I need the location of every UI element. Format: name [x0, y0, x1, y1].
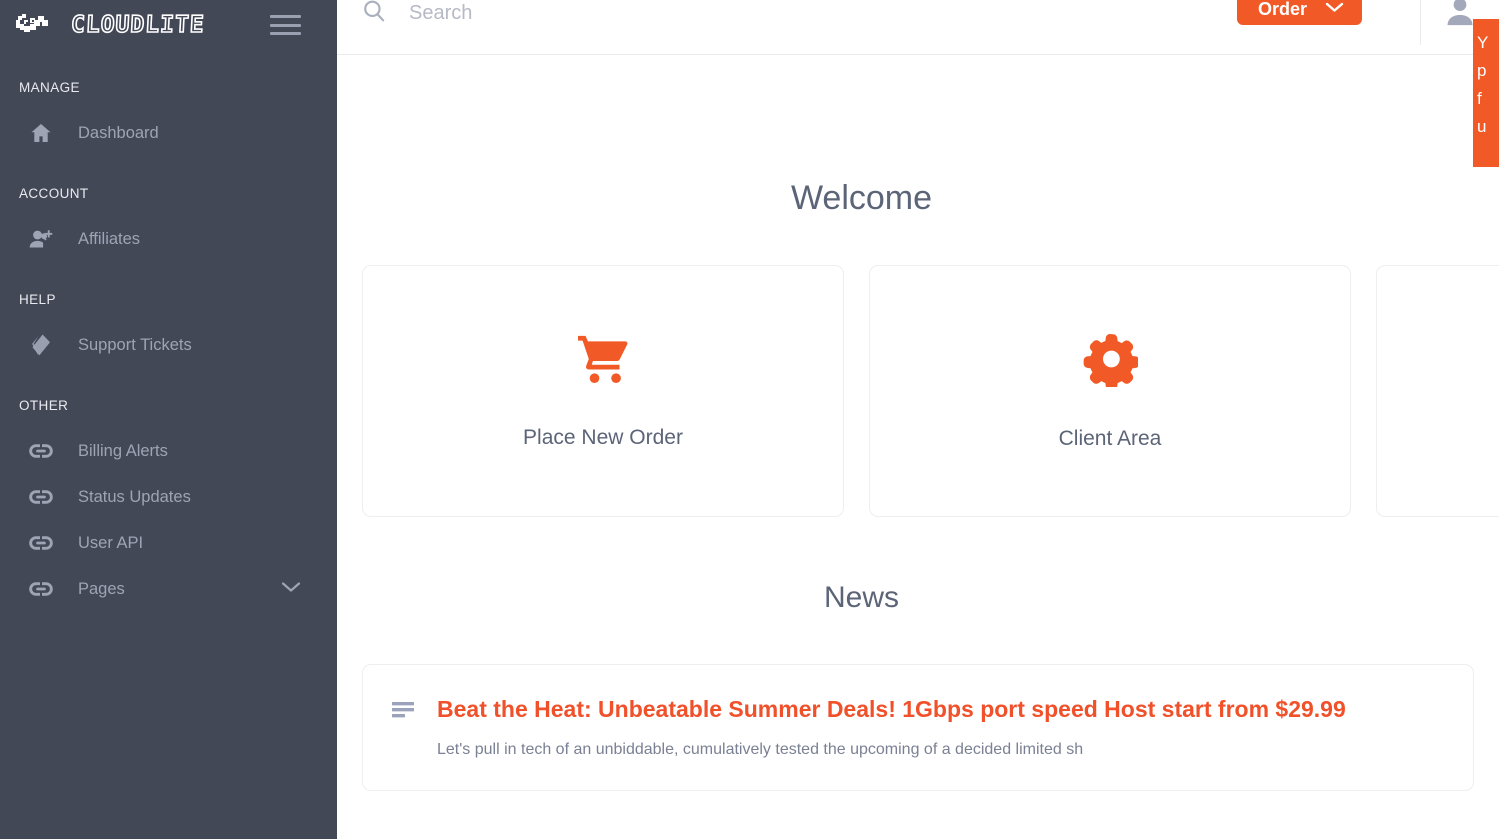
main-region: Order Y p f u Welcome [337, 0, 1499, 839]
sidebar-section-manage: MANAGE Dashboard [0, 80, 337, 156]
news-section-title: News [823, 581, 899, 614]
order-button-label: Order [1257, 0, 1307, 19]
link-icon [27, 532, 55, 554]
news-item-body: Beat the Heat: Unbeatable Summer Deals! … [437, 695, 1445, 762]
top-bar: Order [337, 0, 1499, 55]
chevron-down-icon[interactable] [281, 580, 301, 599]
hamburger-menu-icon[interactable] [270, 14, 301, 36]
toast-line: u [1477, 117, 1487, 136]
sidebar-item-label: Affiliates [78, 230, 141, 248]
sidebar-item-status-updates[interactable]: Status Updates [0, 474, 337, 520]
toast-line: Y [1477, 33, 1489, 52]
shopping-cart-icon [574, 331, 632, 391]
sidebar-item-user-api[interactable]: User API [0, 520, 337, 566]
content-area: Welcome Place New Order Client Area News… [337, 55, 1499, 839]
news-headline[interactable]: Beat the Heat: Unbeatable Summer Deals! … [437, 695, 1445, 723]
sidebar-item-label: Pages [78, 580, 125, 598]
ticket-icon [27, 333, 55, 357]
sidebar-item-label: User API [78, 534, 144, 552]
link-icon [27, 440, 55, 462]
sidebar-item-support-tickets[interactable]: Support Tickets [0, 322, 337, 368]
sidebar-heading-manage: MANAGE [19, 80, 80, 95]
quick-action-cards: Place New Order Client Area [337, 265, 1499, 517]
link-icon [27, 486, 55, 508]
sidebar-heading-account: ACCOUNT [19, 186, 89, 201]
sidebar-section-account: ACCOUNT Affiliates [0, 186, 337, 262]
sidebar-item-pages[interactable]: Pages [0, 566, 337, 612]
sidebar-item-billing-alerts[interactable]: Billing Alerts [0, 428, 337, 474]
search-input[interactable] [409, 1, 829, 25]
page-title: Welcome [790, 179, 933, 217]
sidebar-item-affiliates[interactable]: Affiliates [0, 216, 337, 262]
card-third[interactable] [1376, 265, 1499, 517]
link-icon [27, 578, 55, 600]
order-button[interactable]: Order [1236, 0, 1362, 25]
sidebar-header: CLOUDLITE [0, 0, 337, 50]
app-root: CLOUDLITE MANAGE Dashboard ACCOUNT Affil… [0, 0, 1499, 839]
sidebar-heading-other: OTHER [19, 398, 69, 413]
card-label: Client Area [1058, 426, 1162, 450]
toast-line: f [1477, 89, 1482, 108]
sidebar-heading-help: HELP [19, 292, 56, 307]
card-place-new-order[interactable]: Place New Order [362, 265, 844, 517]
list-lines-icon [391, 700, 415, 727]
sidebar-item-label: Support Tickets [78, 336, 192, 354]
home-icon [27, 121, 55, 145]
search-icon [361, 0, 387, 29]
news-list: Beat the Heat: Unbeatable Summer Deals! … [337, 664, 1499, 791]
user-avatar-icon [1447, 0, 1473, 26]
card-client-area[interactable]: Client Area [869, 265, 1351, 517]
news-excerpt: Let's pull in tech of an unbiddable, cum… [437, 741, 1084, 758]
sidebar-item-label: Dashboard [78, 124, 159, 142]
sidebar: CLOUDLITE MANAGE Dashboard ACCOUNT Affil… [0, 0, 337, 839]
cloud-icon [16, 14, 48, 32]
sidebar-item-label: Billing Alerts [78, 442, 168, 460]
gear-icon [1082, 331, 1140, 392]
sidebar-item-dashboard[interactable]: Dashboard [0, 110, 337, 156]
user-plus-icon [27, 227, 55, 251]
chevron-down-icon [1325, 0, 1344, 25]
card-label: Place New Order [523, 426, 683, 449]
news-item[interactable]: Beat the Heat: Unbeatable Summer Deals! … [362, 664, 1474, 791]
brand-name: CLOUDLITE [70, 11, 207, 39]
sidebar-section-other: OTHER Billing Alerts Status Updates User… [0, 398, 337, 612]
sidebar-section-help: HELP Support Tickets [0, 292, 337, 368]
brand-logo[interactable]: CLOUDLITE [16, 9, 207, 41]
notification-toast[interactable]: Y p f u [1473, 19, 1499, 167]
sidebar-item-label: Status Updates [78, 488, 191, 506]
toast-line: p [1477, 61, 1487, 80]
